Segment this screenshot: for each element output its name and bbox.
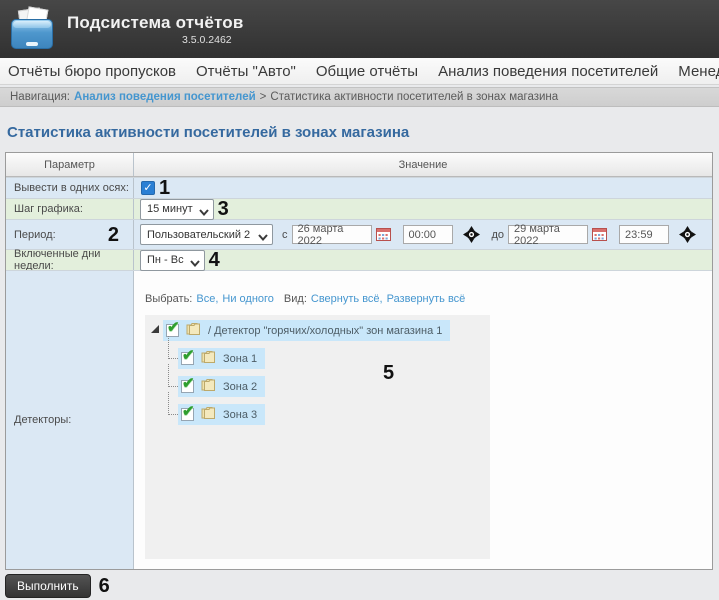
folder-icon bbox=[200, 350, 217, 367]
green-check-icon: ✔ bbox=[182, 402, 195, 420]
annotation-5: 5 bbox=[383, 363, 394, 383]
app-title-block: Подсистема отчётов 3.5.0.2462 bbox=[67, 13, 244, 46]
time-picker-target-icon[interactable] bbox=[679, 226, 696, 243]
row-graph-step: Шаг графика: 15 минут 3 bbox=[6, 198, 712, 219]
folder-icon bbox=[200, 406, 217, 423]
folder-icon bbox=[185, 322, 202, 339]
header-parameter: Параметр bbox=[6, 153, 134, 176]
breadcrumb: Навигация: Анализ поведения посетителей … bbox=[0, 87, 719, 107]
tree-node-label[interactable]: Зона 1 bbox=[223, 353, 257, 365]
breadcrumb-separator: > bbox=[260, 91, 267, 103]
tree-node-zone-2[interactable]: ✔ Зона 2 bbox=[178, 376, 490, 397]
graph-step-label: Шаг графика: bbox=[6, 199, 134, 219]
same-axes-label: Вывести в одних осях: bbox=[6, 178, 134, 198]
expand-all-link[interactable]: Развернуть всё bbox=[387, 293, 466, 305]
row-same-axes: Вывести в одних осях: ✓ 1 bbox=[6, 177, 712, 198]
breadcrumb-prefix: Навигация: bbox=[10, 91, 70, 103]
tree-node-label[interactable]: Зона 2 bbox=[223, 381, 257, 393]
chevron-down-icon bbox=[199, 207, 209, 219]
calendar-icon[interactable] bbox=[592, 228, 607, 241]
view-label: Вид: bbox=[284, 293, 307, 305]
period-to-date-input[interactable]: 29 марта 2022 bbox=[508, 225, 588, 244]
collapse-all-link[interactable]: Свернуть всё, bbox=[311, 293, 383, 305]
green-check-icon: ✔ bbox=[182, 346, 195, 364]
table-header-row: Параметр Значение bbox=[6, 153, 712, 177]
weekdays-select[interactable]: Пн - Вс bbox=[140, 250, 205, 271]
report-subsystem-page: Подсистема отчётов 3.5.0.2462 Отчёты бюр… bbox=[0, 0, 719, 600]
menu-item-visitor-behavior-analysis[interactable]: Анализ поведения посетителей bbox=[438, 63, 658, 80]
row-weekdays: Включенные дни недели: Пн - Вс 4 bbox=[6, 249, 712, 270]
select-none-link[interactable]: Ни одного bbox=[222, 293, 274, 305]
weekdays-label: Включенные дни недели: bbox=[6, 250, 134, 270]
select-label: Выбрать: bbox=[145, 293, 192, 305]
annotation-1: 1 bbox=[159, 178, 170, 198]
tree-root-node[interactable]: ✔ / Детектор "горячих/холодных" зон мага… bbox=[151, 320, 490, 341]
tree-node-checkbox[interactable]: ✔ bbox=[181, 352, 194, 365]
menu-item-pass-office-reports[interactable]: Отчёты бюро пропусков bbox=[8, 63, 176, 80]
annotation-4: 4 bbox=[209, 250, 220, 270]
detectors-label: Детекторы: bbox=[6, 271, 134, 569]
breadcrumb-link-visitor-behavior[interactable]: Анализ поведения посетителей bbox=[74, 91, 256, 103]
app-header: Подсистема отчётов 3.5.0.2462 bbox=[0, 0, 719, 58]
tree-node-checkbox[interactable]: ✔ bbox=[181, 380, 194, 393]
header-value: Значение bbox=[134, 153, 712, 176]
detectors-tree-panel: ✔ / Детектор "горячих/холодных" зон мага… bbox=[145, 315, 490, 559]
graph-step-select[interactable]: 15 минут bbox=[140, 199, 214, 220]
annotation-2: 2 bbox=[108, 225, 119, 245]
calendar-icon[interactable] bbox=[376, 228, 391, 241]
page-title: Статистика активности посетителей в зона… bbox=[7, 124, 409, 141]
period-to-time-input[interactable]: 23:59 bbox=[619, 225, 669, 244]
reports-tray-icon bbox=[9, 9, 55, 51]
same-axes-checkbox[interactable]: ✓ bbox=[141, 181, 155, 195]
period-from-label: с bbox=[282, 229, 288, 241]
period-type-select[interactable]: Пользовательский 2 bbox=[140, 224, 273, 245]
chevron-down-icon bbox=[190, 258, 200, 270]
tree-node-label[interactable]: Зона 3 bbox=[223, 409, 257, 421]
menu-item-general-reports[interactable]: Общие отчёты bbox=[316, 63, 418, 80]
menu-item-auto-reports[interactable]: Отчёты "Авто" bbox=[196, 63, 296, 80]
folder-icon bbox=[200, 378, 217, 395]
period-label: Период: bbox=[14, 229, 56, 241]
chevron-down-icon bbox=[258, 232, 268, 244]
green-check-icon: ✔ bbox=[167, 318, 180, 336]
main-menu: Отчёты бюро пропусков Отчёты "Авто" Общи… bbox=[0, 58, 719, 85]
time-picker-target-icon[interactable] bbox=[463, 226, 480, 243]
period-to-label: до bbox=[492, 229, 505, 241]
tree-node-zone-3[interactable]: ✔ Зона 3 bbox=[178, 404, 490, 425]
period-from-date-input[interactable]: 26 марта 2022 bbox=[292, 225, 372, 244]
annotation-3: 3 bbox=[218, 199, 229, 219]
tree-node-checkbox[interactable]: ✔ bbox=[181, 408, 194, 421]
execute-button[interactable]: Выполнить bbox=[5, 574, 91, 598]
tree-expand-icon[interactable] bbox=[151, 325, 159, 333]
parameters-table: Параметр Значение Вывести в одних осях: … bbox=[5, 152, 713, 570]
breadcrumb-current: Статистика активности посетителей в зона… bbox=[270, 91, 558, 103]
menu-item-incident-manager[interactable]: Менеджер инцид bbox=[678, 63, 719, 80]
app-title: Подсистема отчётов bbox=[67, 13, 244, 33]
tree-root-label[interactable]: / Детектор "горячих/холодных" зон магази… bbox=[208, 325, 442, 337]
row-detectors: Детекторы: Выбрать: Все, Ни одного Вид: … bbox=[6, 270, 712, 569]
green-check-icon: ✔ bbox=[182, 374, 195, 392]
period-from-time-input[interactable]: 00:00 bbox=[403, 225, 453, 244]
tree-node-zone-1[interactable]: ✔ Зона 1 bbox=[178, 348, 490, 369]
app-version: 3.5.0.2462 bbox=[182, 34, 244, 46]
row-period: Период: 2 Пользовательский 2 с 26 марта … bbox=[6, 219, 712, 249]
annotation-6: 6 bbox=[99, 576, 110, 596]
tree-children: ✔ Зона 1 bbox=[178, 348, 490, 425]
select-all-link[interactable]: Все, bbox=[196, 293, 218, 305]
tree-toolbar: Выбрать: Все, Ни одного Вид: Свернуть вс… bbox=[145, 293, 465, 305]
